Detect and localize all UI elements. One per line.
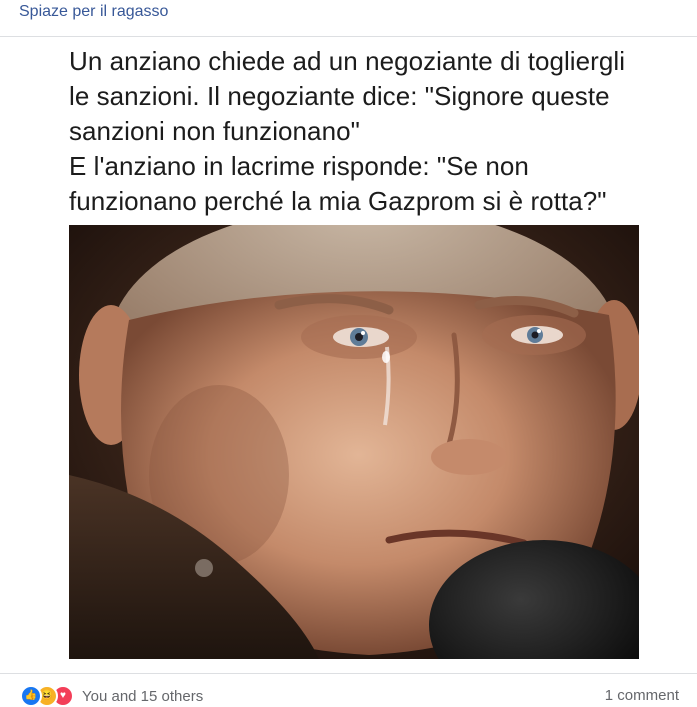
caption-line-5: funzionano perché la mia Gazprom si è ro…: [69, 186, 607, 216]
reactions-summary[interactable]: 👍 😆 ♥ You and 15 others: [20, 685, 204, 707]
group-name-link[interactable]: Spiaze per il ragasso: [19, 3, 168, 21]
meme-photo[interactable]: [69, 225, 639, 659]
caption-line-3: sanzioni non funzionano": [69, 116, 360, 146]
post-content: Un anziano chiede ad un negoziante di to…: [0, 37, 697, 673]
group-header: Spiaze per il ragasso: [0, 0, 697, 37]
reaction-count: You and 15 others: [82, 687, 204, 705]
caption-line-4: E l'anziano in lacrime risponde: "Se non: [69, 151, 529, 181]
caption-line-2: le sanzioni. Il negoziante dice: "Signor…: [69, 81, 610, 111]
crying-man-photo: [69, 225, 639, 659]
comment-count-link[interactable]: 1 comment: [605, 687, 679, 704]
post-footer: 👍 😆 ♥ You and 15 others 1 comment: [0, 673, 697, 707]
like-icon: 👍: [20, 685, 42, 707]
caption-line-1: Un anziano chiede ad un negoziante di to…: [69, 46, 626, 76]
meme-caption: Un anziano chiede ad un negoziante di to…: [69, 44, 669, 219]
